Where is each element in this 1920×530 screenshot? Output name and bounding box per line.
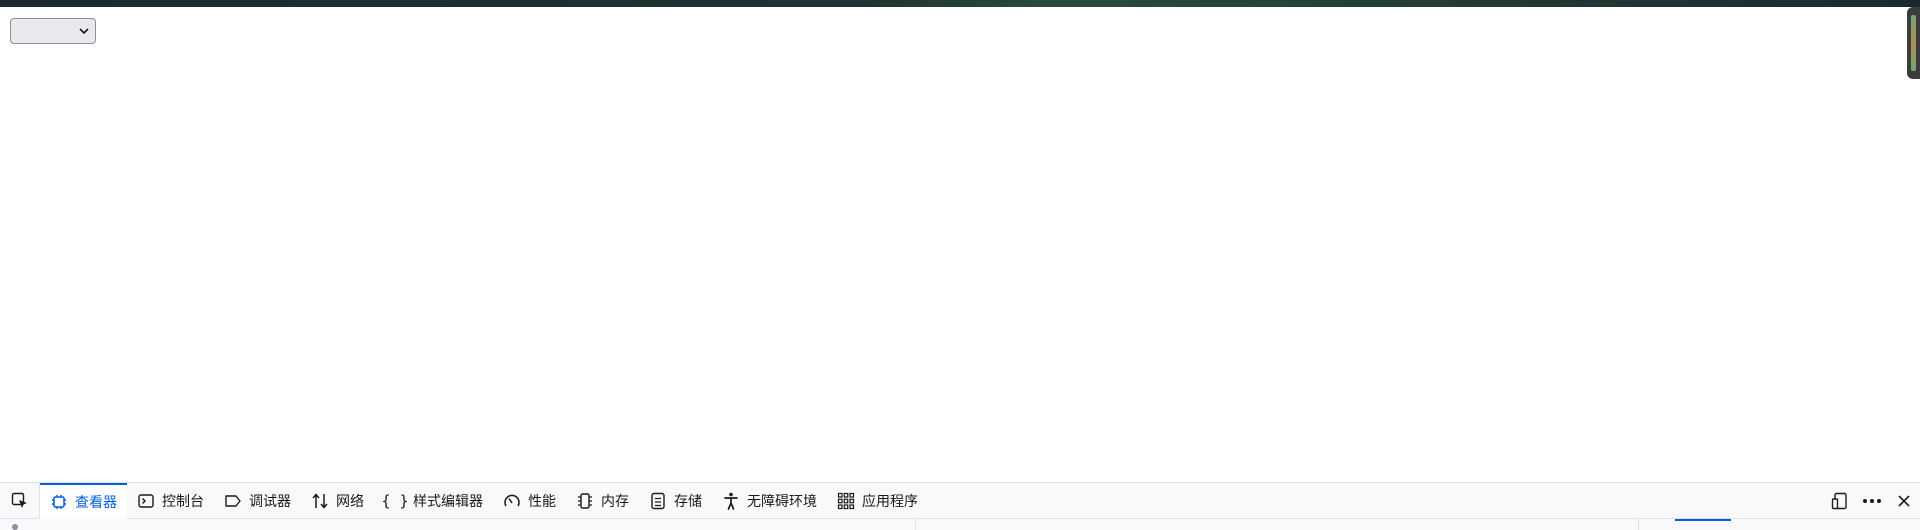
tab-console-label: 控制台	[162, 493, 204, 510]
tab-memory-label: 内存	[601, 493, 629, 510]
tab-accessibility-label: 无障碍环境	[747, 493, 817, 510]
tab-storage-label: 存储	[674, 493, 702, 510]
inspector-icon	[50, 493, 68, 511]
more-options-icon	[1863, 499, 1881, 503]
dropdown-select[interactable]	[10, 18, 96, 44]
responsive-design-button[interactable]	[1824, 483, 1856, 519]
storage-icon	[649, 492, 667, 510]
tab-debugger[interactable]: 调试器	[214, 483, 301, 519]
tab-performance[interactable]: 性能	[493, 483, 566, 519]
tab-console[interactable]: 控制台	[127, 483, 214, 519]
network-icon	[311, 492, 329, 510]
tab-inspector[interactable]: 查看器	[40, 482, 127, 519]
devtools-subbar	[0, 519, 1920, 530]
element-picker-icon	[11, 492, 27, 508]
more-options-button[interactable]	[1856, 483, 1888, 519]
tab-inspector-label: 查看器	[75, 494, 117, 511]
accessibility-icon	[722, 492, 740, 510]
chevron-down-icon	[79, 27, 89, 34]
devtools-panel: 查看器 控制台 调试器 网络 { } 样式编辑器 性能 内存 存储 无障碍环境 …	[0, 482, 1920, 530]
tab-memory[interactable]: 内存	[566, 483, 639, 519]
devtools-toolbar-actions	[1824, 483, 1920, 519]
devtools-toolbar: 查看器 控制台 调试器 网络 { } 样式编辑器 性能 内存 存储 无障碍环境 …	[0, 482, 1920, 519]
search-icon	[12, 524, 18, 530]
tab-style-editor-label: 样式编辑器	[413, 493, 483, 510]
tab-style-editor[interactable]: { } 样式编辑器	[374, 483, 493, 519]
pane-divider-right	[1638, 519, 1639, 530]
scroll-indicator[interactable]	[1907, 7, 1920, 79]
application-icon	[837, 492, 855, 510]
tab-network-label: 网络	[336, 493, 364, 510]
performance-icon	[503, 492, 521, 510]
browser-top-bar	[0, 0, 1920, 7]
tab-debugger-label: 调试器	[249, 493, 291, 510]
memory-icon	[576, 492, 594, 510]
tab-application[interactable]: 应用程序	[827, 483, 928, 519]
pane-divider	[915, 519, 916, 530]
console-icon	[137, 492, 155, 510]
tab-storage[interactable]: 存储	[639, 483, 712, 519]
tab-accessibility[interactable]: 无障碍环境	[712, 483, 827, 519]
tab-performance-label: 性能	[528, 493, 556, 510]
tab-network[interactable]: 网络	[301, 483, 374, 519]
style-editor-icon: { }	[381, 491, 409, 510]
sidebar-active-tab-indicator	[1675, 519, 1731, 521]
element-picker-button[interactable]	[0, 482, 40, 519]
scroll-indicator-bar	[1911, 15, 1916, 71]
responsive-design-icon	[1831, 492, 1847, 510]
debugger-icon	[224, 492, 242, 510]
close-icon	[1898, 495, 1910, 507]
page-content	[0, 7, 1920, 483]
close-devtools-button[interactable]	[1888, 483, 1920, 519]
tab-application-label: 应用程序	[862, 493, 918, 510]
